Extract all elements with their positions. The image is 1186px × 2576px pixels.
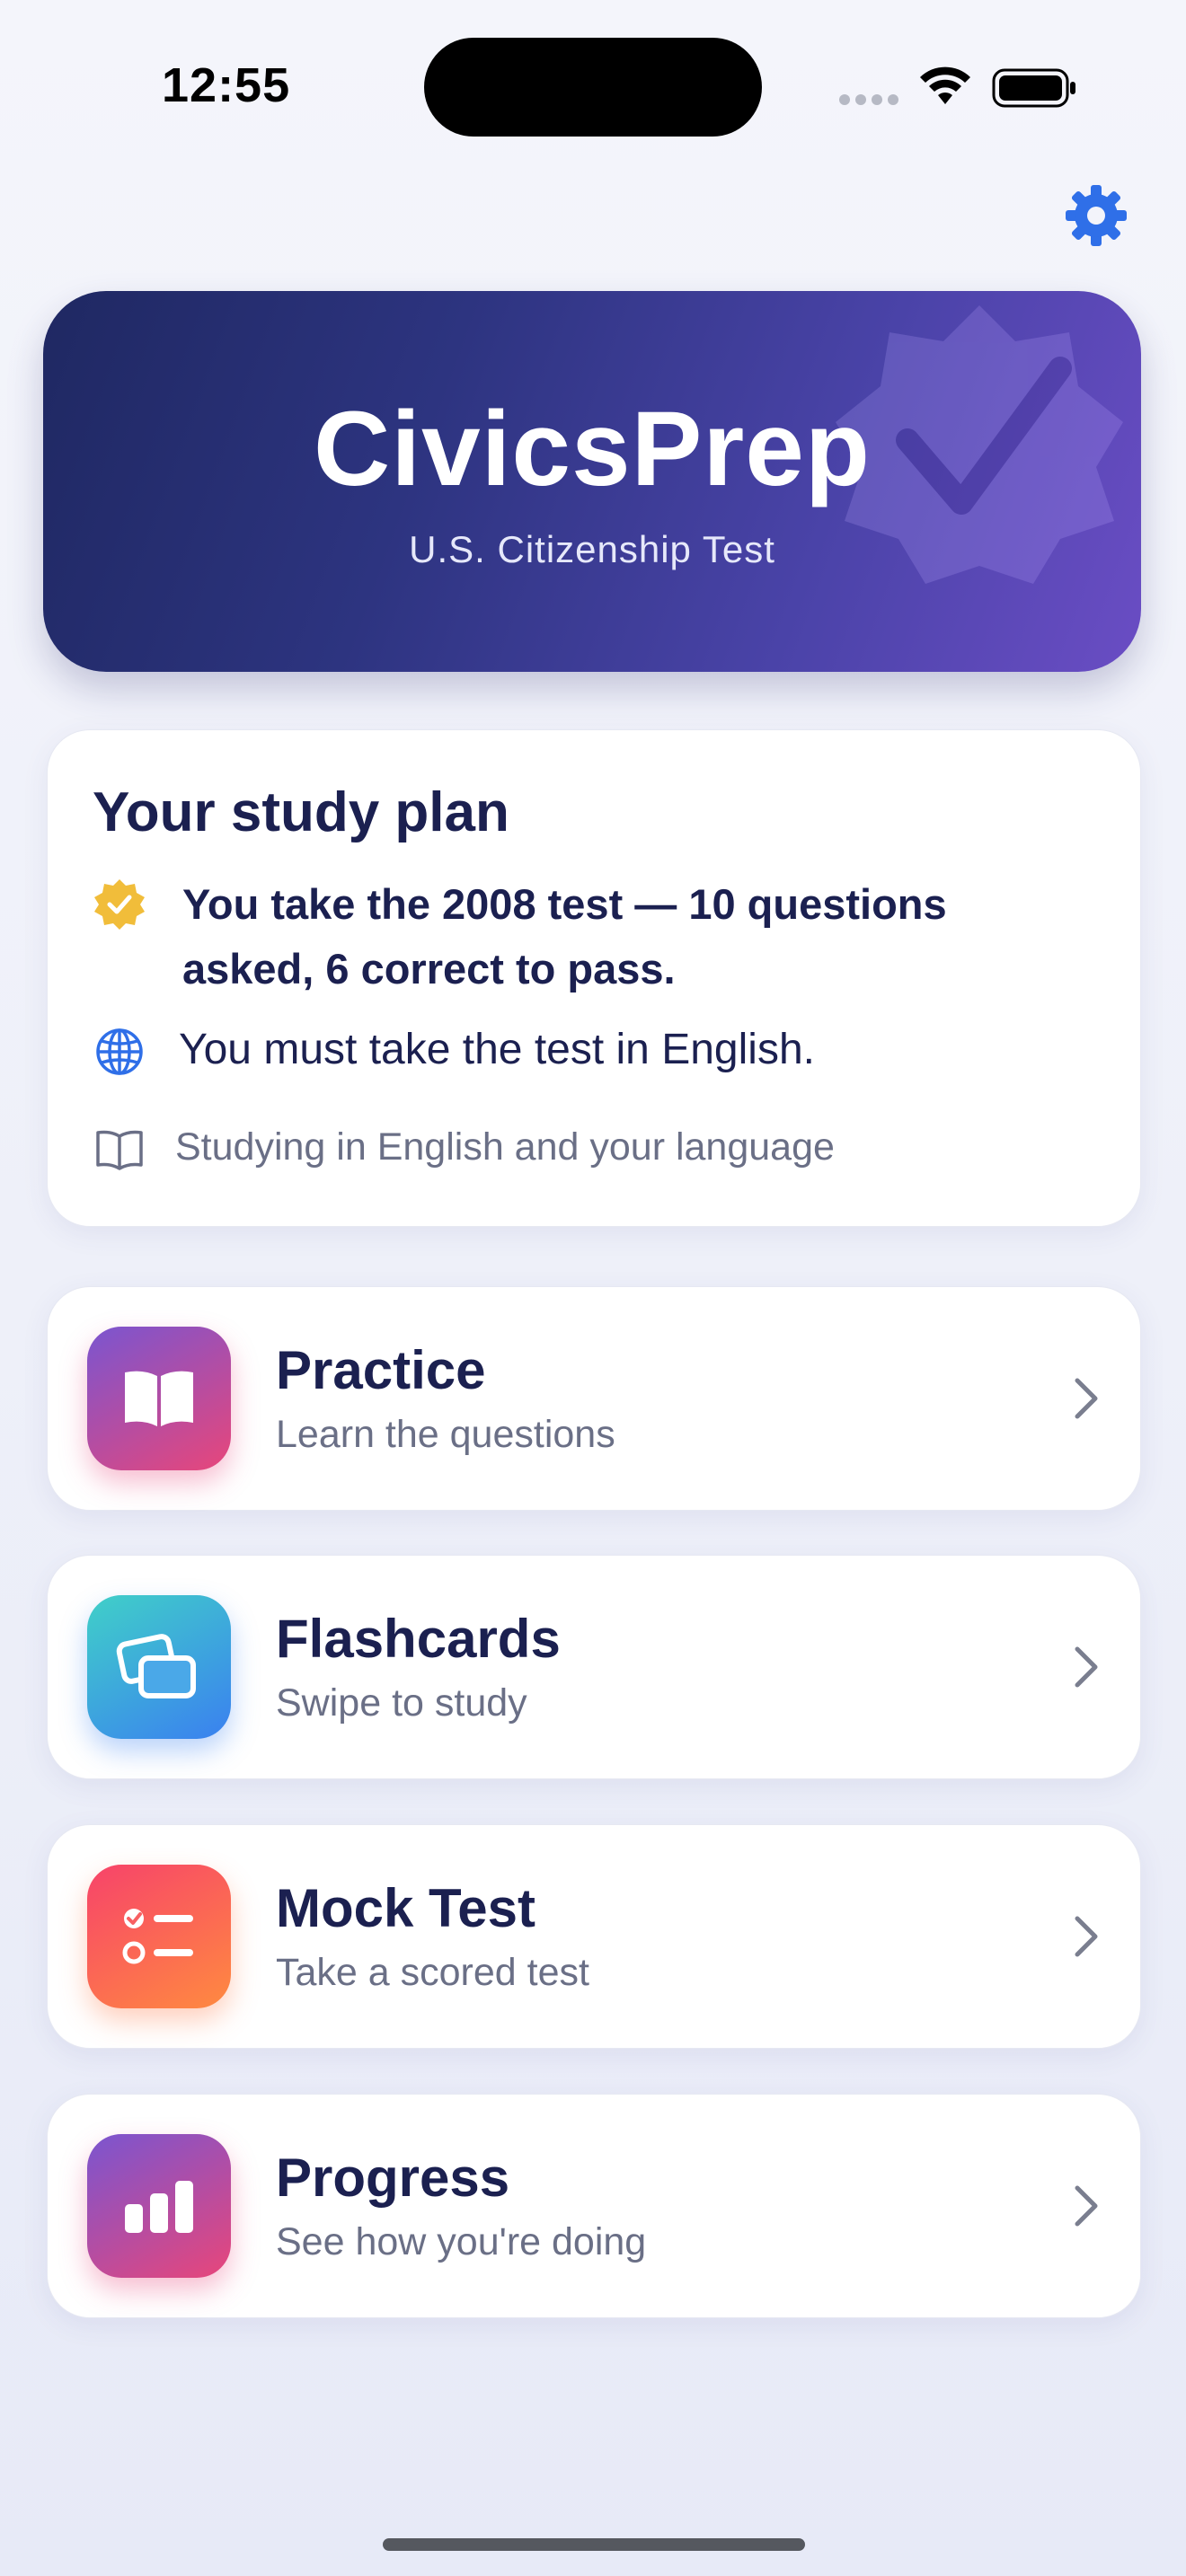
status-time: 12:55 — [162, 58, 291, 112]
menu-item-subtitle: Learn the questions — [276, 1413, 615, 1456]
menu-item-title: Progress — [276, 2148, 510, 2208]
gear-icon — [1066, 185, 1127, 246]
app-subtitle: U.S. Citizenship Test — [409, 528, 775, 570]
home-indicator[interactable] — [383, 2538, 805, 2551]
wifi-icon — [920, 66, 970, 104]
study-plan-item: You must take the test in English. — [93, 1025, 1081, 1079]
battery-icon — [992, 68, 1075, 108]
menu-item-practice[interactable]: Practice Learn the questions — [47, 1286, 1141, 1511]
study-plan-test-info: You take the 2008 test — 10 questions as… — [182, 880, 947, 992]
menu-item-title: Mock Test — [276, 1878, 535, 1938]
study-plan-language-requirement: You must take the test in English. — [179, 1026, 815, 1073]
globe-icon — [93, 1025, 146, 1079]
progress-icon-tile — [87, 2134, 231, 2278]
menu-item-title: Practice — [276, 1340, 486, 1400]
cellular-signal-icon — [839, 93, 904, 110]
checklist-icon — [122, 1909, 193, 1964]
chevron-right-icon — [1075, 1378, 1098, 1419]
study-plan-item: You take the 2008 test — 10 questions as… — [93, 878, 1081, 1001]
chevron-right-icon — [1075, 2185, 1098, 2227]
practice-icon-tile — [87, 1327, 231, 1470]
chevron-right-icon — [1075, 1916, 1098, 1957]
checkmark-seal-icon — [93, 878, 146, 931]
settings-button[interactable] — [1064, 183, 1128, 248]
flashcards-icon-tile — [87, 1595, 231, 1739]
menu-item-flashcards[interactable]: Flashcards Swipe to study — [47, 1555, 1141, 1779]
bar-chart-icon — [125, 2181, 193, 2233]
chevron-right-icon — [1075, 1646, 1098, 1688]
study-plan-card: Your study plan You take the 2008 test —… — [47, 729, 1141, 1227]
study-plan-study-language: Studying in English and your language — [175, 1125, 835, 1169]
menu-item-subtitle: Take a scored test — [276, 1951, 589, 1994]
status-bar: 12:55 — [0, 0, 1186, 153]
hero-banner: CivicsPrep U.S. Citizenship Test — [43, 291, 1141, 672]
menu-item-subtitle: Swipe to study — [276, 1681, 527, 1725]
menu-item-mock-test[interactable]: Mock Test Take a scored test — [47, 1824, 1141, 2049]
mock-test-icon-tile — [87, 1865, 231, 2008]
book-icon — [93, 1122, 146, 1176]
menu-item-title: Flashcards — [276, 1609, 561, 1669]
study-plan-item: Studying in English and your language — [93, 1122, 1081, 1176]
study-plan-title: Your study plan — [93, 781, 509, 843]
app-title: CivicsPrep — [314, 390, 871, 508]
cards-icon — [116, 1634, 196, 1698]
menu-item-progress[interactable]: Progress See how you're doing — [47, 2094, 1141, 2318]
dynamic-island — [424, 38, 762, 137]
menu-item-subtitle: See how you're doing — [276, 2220, 647, 2263]
open-book-icon — [125, 1371, 193, 1426]
